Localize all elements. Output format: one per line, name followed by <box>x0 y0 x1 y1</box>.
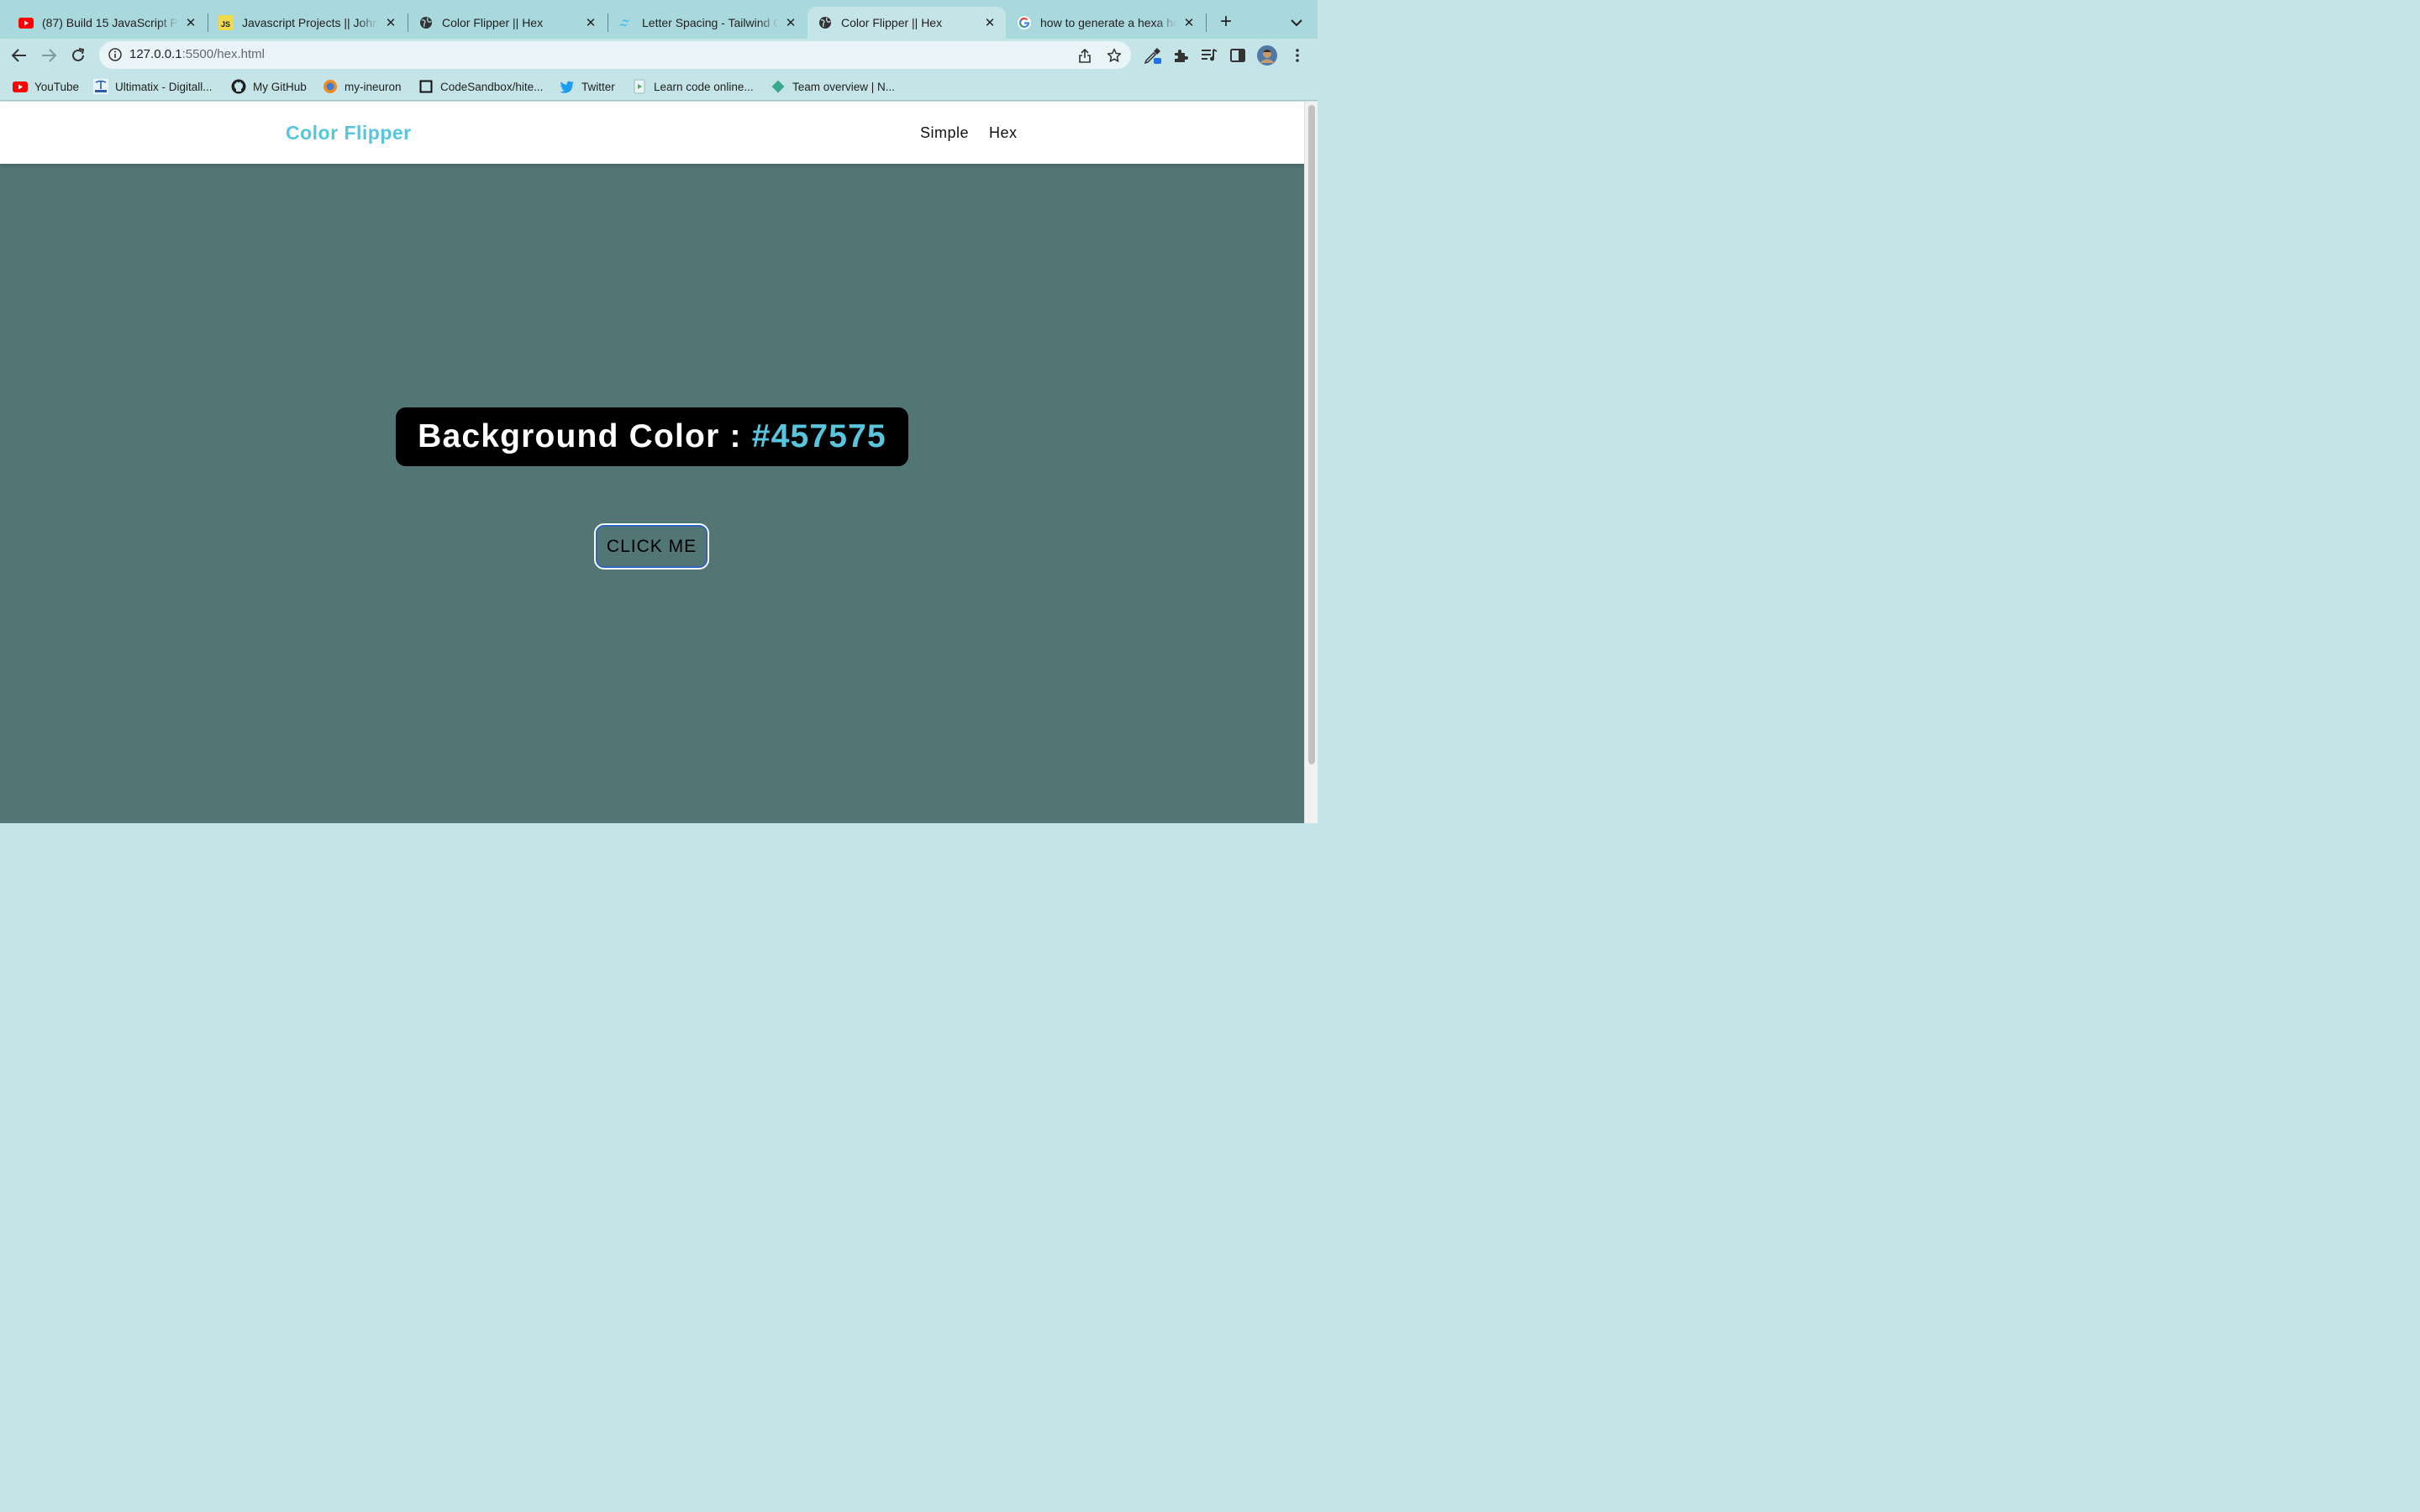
tab-title: Letter Spacing - Tailwind CSS <box>642 16 778 29</box>
bookmarks-bar: YouTube Ultimatix - Digitall... My GitHu… <box>0 72 1318 101</box>
url-host: 127.0.0.1 <box>129 47 182 61</box>
bookmark-label: CodeSandbox/hite... <box>440 80 544 93</box>
bookmark-label: Team overview | N... <box>792 80 896 93</box>
tab-title: Color Flipper || Hex <box>841 16 943 29</box>
media-queue-icon[interactable] <box>1198 45 1220 66</box>
tab-google-search[interactable]: how to generate a hexa hex code ✕ <box>1007 7 1205 39</box>
url-text[interactable]: 127.0.0.1:5500/hex.html <box>129 47 265 61</box>
tab-separator <box>1206 13 1207 32</box>
github-icon <box>231 79 246 94</box>
close-icon[interactable]: ✕ <box>183 15 198 30</box>
tab-title: Color Flipper || Hex <box>442 16 544 29</box>
back-arrow-icon[interactable] <box>8 45 30 66</box>
bookmark-learn-code[interactable]: Learn code online... <box>632 78 754 95</box>
bookmark-label: Twitter <box>581 80 615 93</box>
tab-color-flipper-active[interactable]: Color Flipper || Hex ✕ <box>808 7 1006 39</box>
reload-icon[interactable] <box>67 45 89 66</box>
nav-link-hex[interactable]: Hex <box>989 124 1018 142</box>
side-panel-icon[interactable] <box>1227 45 1249 66</box>
tab-letter-spacing[interactable]: Letter Spacing - Tailwind CSS ✕ <box>608 7 807 39</box>
svg-text:JS: JS <box>221 20 230 29</box>
tab-title: (87) Build 15 JavaScript Projects - Vani… <box>42 16 178 29</box>
close-icon[interactable]: ✕ <box>982 15 997 30</box>
bookmark-label: Learn code online... <box>654 80 754 93</box>
color-label: Background Color : <box>418 418 742 454</box>
brand-logo[interactable]: Color Flipper <box>286 122 412 144</box>
bookmark-twitter[interactable]: Twitter <box>560 78 615 95</box>
kebab-menu-icon[interactable] <box>1286 45 1308 66</box>
bookmark-label: Ultimatix - Digitall... <box>115 80 213 93</box>
hex-color-value: #457575 <box>751 418 886 454</box>
learn-icon <box>632 79 647 94</box>
nav-link-simple[interactable]: Simple <box>920 124 969 142</box>
page-scrollbar[interactable] <box>1304 102 1318 823</box>
address-bar[interactable]: 127.0.0.1:5500/hex.html <box>99 41 1131 69</box>
youtube-icon <box>18 15 34 30</box>
puzzle-extensions-icon[interactable] <box>1170 45 1192 66</box>
tab-title: Javascript Projects || John Smilga <box>242 16 378 29</box>
ineuron-icon <box>323 79 338 94</box>
youtube-icon <box>13 79 28 94</box>
site-navbar: Color Flipper Simple Hex <box>0 102 1304 164</box>
codesandbox-icon <box>418 79 434 94</box>
bookmark-label: My GitHub <box>253 80 307 93</box>
twitter-icon <box>560 79 575 94</box>
tab-javascript-projects[interactable]: JS Javascript Projects || John Smilga ✕ <box>208 7 407 39</box>
js-icon: JS <box>218 15 234 30</box>
star-icon[interactable] <box>1106 47 1123 64</box>
tab-color-flipper[interactable]: Color Flipper || Hex ✕ <box>408 7 607 39</box>
tab-youtube[interactable]: (87) Build 15 JavaScript Projects - Vani… <box>8 7 207 39</box>
scrollbar-thumb[interactable] <box>1308 105 1315 764</box>
browser-toolbar: 127.0.0.1:5500/hex.html <box>0 39 1318 72</box>
close-icon[interactable]: ✕ <box>383 15 398 30</box>
diamond-icon <box>771 79 786 94</box>
share-icon[interactable] <box>1076 47 1093 64</box>
bookmark-ultimatix[interactable]: Ultimatix - Digitall... <box>93 78 213 95</box>
click-me-button[interactable]: CLICK ME <box>594 523 709 570</box>
google-icon <box>1017 15 1032 30</box>
eyedropper-extension-icon[interactable] <box>1142 45 1164 66</box>
tab-strip: (87) Build 15 JavaScript Projects - Vani… <box>0 0 1318 39</box>
bookmark-github[interactable]: My GitHub <box>231 78 307 95</box>
bookmark-codesandbox[interactable]: CodeSandbox/hite... <box>418 78 543 95</box>
url-path: :5500/hex.html <box>182 47 265 61</box>
close-icon[interactable]: ✕ <box>1181 15 1197 30</box>
bookmark-team-overview[interactable]: Team overview | N... <box>771 78 895 95</box>
globe-icon <box>818 15 833 30</box>
chevron-down-icon[interactable] <box>1287 13 1306 32</box>
page-viewport: Color Flipper Simple Hex Background Colo… <box>0 102 1304 823</box>
close-icon[interactable]: ✕ <box>783 15 798 30</box>
bookmark-youtube[interactable]: YouTube <box>13 78 79 95</box>
tab-title: how to generate a hexa hex code <box>1040 16 1176 29</box>
tailwind-icon <box>618 15 634 30</box>
new-tab-icon[interactable]: + <box>1216 10 1236 33</box>
profile-avatar[interactable] <box>1256 45 1278 66</box>
bookmark-my-ineuron[interactable]: my-ineuron <box>323 78 402 95</box>
close-icon[interactable]: ✕ <box>583 15 598 30</box>
forward-arrow-icon[interactable] <box>38 45 60 66</box>
tata-icon <box>93 79 108 94</box>
bookmark-label: my-ineuron <box>345 80 402 93</box>
bookmark-label: YouTube <box>34 80 80 93</box>
globe-icon <box>418 15 434 30</box>
background-color-display: Background Color : #457575 <box>396 407 908 466</box>
info-icon[interactable] <box>108 47 123 62</box>
